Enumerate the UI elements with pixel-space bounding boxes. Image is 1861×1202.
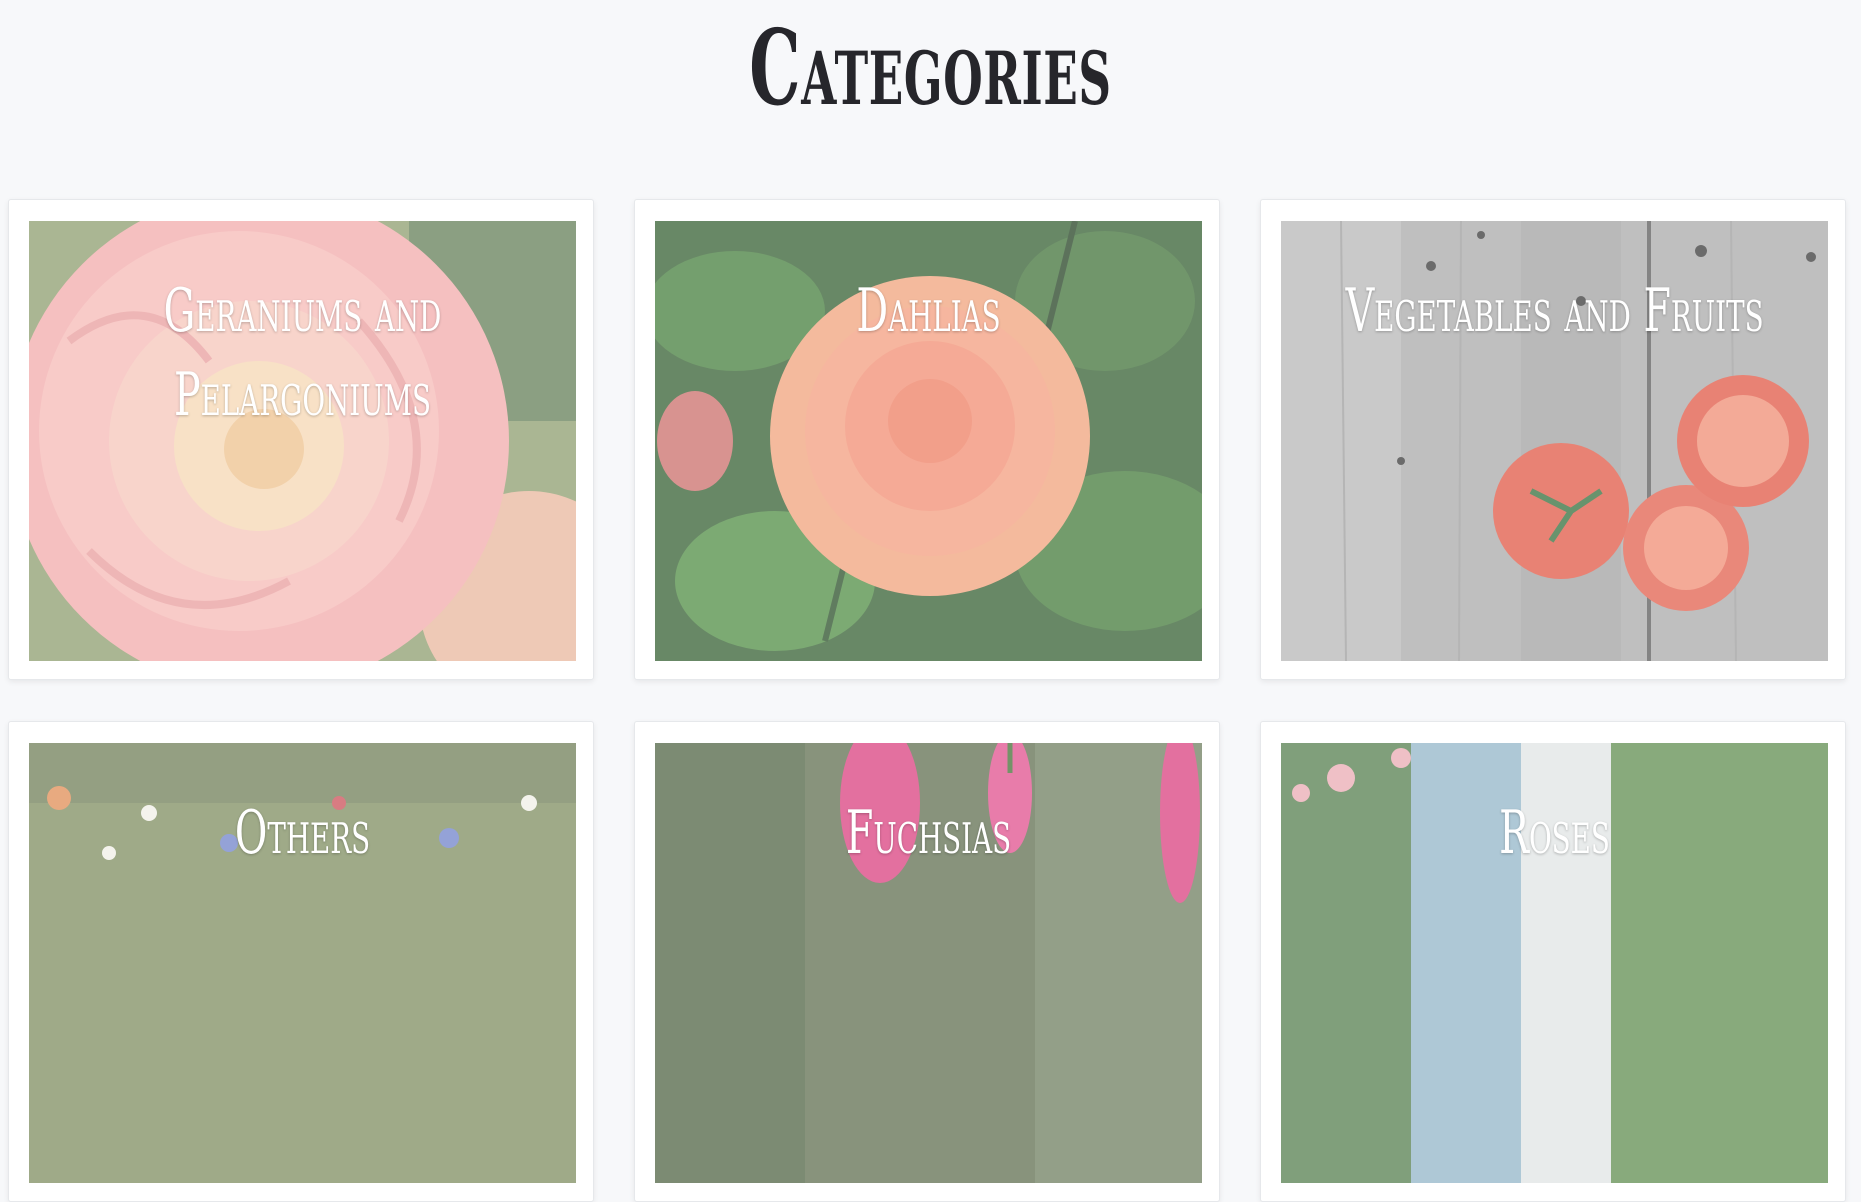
category-card-fuchsias[interactable]: Fuchsias bbox=[634, 721, 1220, 1202]
category-label-geraniums: Geraniums and Pelargoniums bbox=[163, 276, 442, 430]
category-label-dahlias: Dahlias bbox=[856, 276, 1001, 346]
category-card-others[interactable]: Others bbox=[8, 721, 594, 1202]
page-title: Categories bbox=[749, 6, 1112, 129]
pink-begonia-image: Geraniums and Pelargoniums bbox=[29, 221, 576, 661]
orange-dahlia-image: Dahlias bbox=[655, 221, 1202, 661]
category-card-dahlias[interactable]: Dahlias bbox=[634, 199, 1220, 680]
roses-by-doorway-image: Roses bbox=[1281, 743, 1828, 1183]
category-label-fuchsias: Fuchsias bbox=[845, 798, 1012, 868]
category-label-roses: Roses bbox=[1499, 798, 1610, 868]
category-card-roses[interactable]: Roses bbox=[1260, 721, 1846, 1202]
wildflower-meadow-image: Others bbox=[29, 743, 576, 1183]
pink-fuchsia-image: Fuchsias bbox=[655, 743, 1202, 1183]
category-card-geraniums[interactable]: Geraniums and Pelargoniums bbox=[8, 199, 594, 680]
category-card-vegetables-fruits[interactable]: Vegetables and Fruits bbox=[1260, 199, 1846, 680]
category-label-vegetables-fruits: Vegetables and Fruits bbox=[1345, 276, 1764, 346]
category-label-others: Others bbox=[234, 798, 371, 868]
tomatoes-on-wood-image: Vegetables and Fruits bbox=[1281, 221, 1828, 661]
